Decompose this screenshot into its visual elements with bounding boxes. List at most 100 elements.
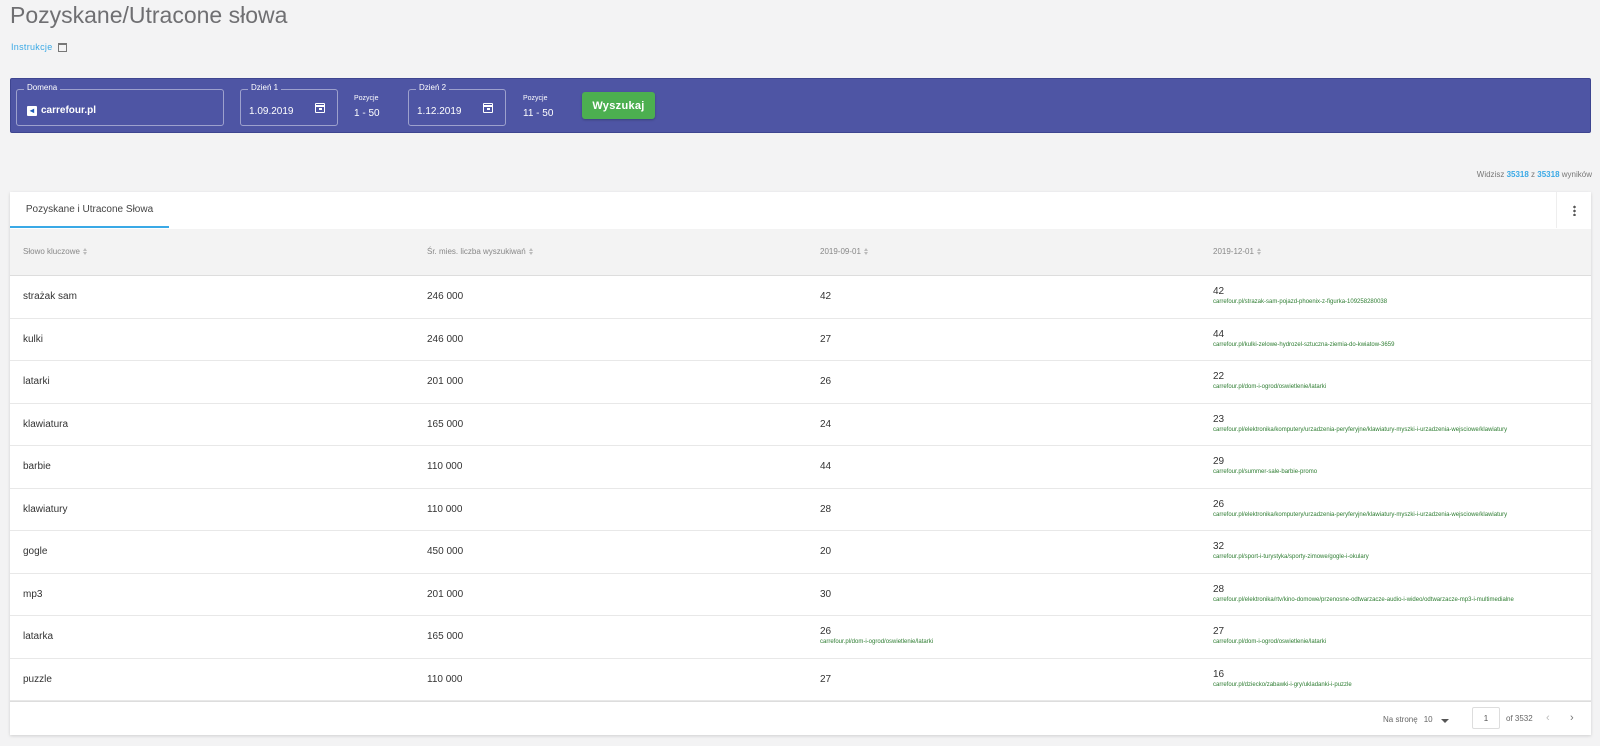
keyword-cell: klawiatury	[23, 503, 68, 515]
table-row: strażak sam 246 000 42 42 carrefour.pl/straz…	[10, 276, 1591, 319]
keyword-cell: barbie	[23, 461, 51, 472]
column-header-label: 2019-12-01	[1213, 247, 1254, 256]
instructions-link[interactable]: Instrukcje	[11, 42, 67, 52]
keyword-cell: puzzle	[23, 673, 52, 685]
position-value: 27	[1213, 626, 1225, 637]
volume-cell: 110 000	[427, 673, 463, 685]
date1-position-cell: 30	[820, 589, 831, 600]
sort-icon	[528, 248, 534, 255]
column-header-label: Słowo kluczowe	[23, 247, 80, 256]
ranking-url-link[interactable]: carrefour.pl/dom-i-ogrod/oswietlenie/lat…	[820, 639, 933, 645]
date2-position-cell: 29 carrefour.pl/summer-sale-barbie-promo	[1213, 456, 1317, 475]
column-header-volume[interactable]: Śr. mies. liczba wyszukiwań	[427, 247, 534, 256]
date1-position-cell: 24	[820, 419, 831, 430]
volume-cell: 165 000	[427, 418, 464, 430]
position-value: 32	[1213, 541, 1225, 552]
calendar-icon[interactable]	[315, 103, 325, 113]
date1-position-cell: 26 carrefour.pl/dom-i-ogrod/oswietlenie/l…	[820, 626, 933, 645]
ranking-url-link[interactable]: carrefour.pl/sport-i-turystyka/sporty-zi…	[1213, 554, 1369, 560]
window-icon	[57, 42, 67, 52]
volume-cell: 450 000	[427, 546, 464, 557]
table-row: gogle 450 000 20 32 carrefour.pl/sport-i-tur…	[10, 531, 1591, 574]
table-header: Słowo kluczowe Śr. mies. liczba wyszukiw…	[10, 229, 1591, 276]
position-value: 22	[1213, 371, 1225, 382]
keyword-cell: klawiatura	[23, 418, 69, 430]
volume-cell: 201 000	[427, 588, 464, 600]
position-value: 26	[820, 376, 832, 387]
results-prefix: Widzisz	[1476, 170, 1505, 179]
date1-position-cell: 20	[820, 546, 831, 557]
positions-2-label: Pozycje	[523, 95, 548, 102]
date1-position-cell: 42	[820, 291, 831, 302]
calendar-icon[interactable]	[483, 103, 493, 113]
volume-cell: 110 000	[427, 461, 463, 472]
position-value: 42	[820, 291, 832, 302]
tab-bar: Pozyskane i Utracone Słowa	[10, 192, 1591, 230]
results-total: 35318	[1537, 170, 1560, 179]
keywords-card: Pozyskane i Utracone Słowa Słowo kluczow…	[10, 192, 1591, 735]
position-value: 28	[1213, 583, 1225, 595]
positions-1-label: Pozycje	[354, 95, 379, 102]
per-page-label: Na stronę	[1383, 715, 1418, 724]
per-page-select[interactable]: 10	[1424, 715, 1449, 724]
results-sep: z	[1531, 170, 1536, 179]
date1-position-cell: 44	[820, 461, 831, 472]
day1-date-field[interactable]: Dzień 1 1.09.2019	[240, 83, 338, 126]
column-header-keyword[interactable]: Słowo kluczowe	[23, 247, 88, 256]
column-header-date1[interactable]: 2019-09-01	[820, 247, 869, 256]
tab-gained-lost-keywords[interactable]: Pozyskane i Utracone Słowa	[10, 192, 169, 228]
position-value: 42	[1213, 286, 1225, 297]
ranking-url-link[interactable]: carrefour.pl/elektronika/komputery/urzad…	[1213, 427, 1507, 433]
date2-position-cell: 26 carrefour.pl/elektronika/komputery/urz…	[1213, 499, 1507, 518]
date2-position-cell: 42 carrefour.pl/strazak-sam-pojazd-phoeni…	[1213, 286, 1387, 305]
ranking-url-link[interactable]: carrefour.pl/elektronika/komputery/urzad…	[1213, 512, 1507, 518]
table-row: puzzle 110 000 27 16 carrefour.pl/dziecko/za…	[10, 659, 1591, 701]
table-body: strażak sam 246 000 42 42 carrefour.pl/straz…	[10, 276, 1591, 701]
table-row: klawiatury 110 000 28 26 carrefour.pl/elektr…	[10, 489, 1591, 531]
chevron-down-icon	[1440, 718, 1449, 723]
sort-icon	[863, 248, 869, 255]
more-options-icon[interactable]	[1556, 192, 1591, 228]
domain-value: carrefour.pl	[41, 105, 97, 116]
column-header-date2[interactable]: 2019-12-01	[1213, 247, 1262, 256]
search-button[interactable]: Wyszukaj	[582, 92, 655, 119]
page-number-input[interactable]: 1	[1472, 707, 1500, 729]
date2-position-cell: 22 carrefour.pl/dom-i-ogrod/oswietlenie/l…	[1213, 371, 1326, 390]
ranking-url-link[interactable]: carrefour.pl/dom-i-ogrod/oswietlenie/lat…	[1213, 384, 1326, 390]
table-row: barbie 110 000 44 29 carrefour.pl/summer-sal…	[10, 446, 1591, 489]
date1-position-cell: 27	[820, 334, 831, 345]
domain-field[interactable]: Domena ◂ carrefour.pl	[16, 83, 224, 126]
ranking-url-link[interactable]: carrefour.pl/dziecko/zabawki-i-gry/uklad…	[1213, 682, 1352, 688]
ranking-url-link[interactable]: carrefour.pl/elektronika/rtv/kino-domowe…	[1213, 597, 1514, 603]
position-value: 26	[1213, 498, 1225, 510]
date2-position-cell: 32 carrefour.pl/sport-i-turystyka/sporty-…	[1213, 541, 1369, 560]
keyword-cell: mp3	[23, 588, 43, 600]
page-title: Pozyskane/Utracone słowa	[10, 2, 288, 28]
chevron-left-icon[interactable]: ‹	[1546, 712, 1550, 724]
position-value: 44	[1213, 328, 1225, 340]
search-bar: Domena ◂ carrefour.pl Dzień 1 1.09.2019 …	[10, 78, 1591, 133]
table-row: kulki 246 000 27 44 carrefour.pl/kulki-zelow…	[10, 319, 1591, 361]
sort-icon	[82, 248, 88, 255]
ranking-url-link[interactable]: carrefour.pl/dom-i-ogrod/oswietlenie/lat…	[1213, 639, 1326, 645]
chevron-right-icon[interactable]: ›	[1570, 712, 1574, 724]
volume-cell: 165 000	[427, 631, 464, 642]
volume-cell: 246 000	[427, 291, 464, 302]
position-value: 29	[1213, 456, 1225, 467]
pagination-bar: Na stronę 10 1 of 3532 ‹ ›	[10, 701, 1591, 736]
results-count: Widzisz 35318 z 35318 wyników	[1477, 170, 1592, 179]
position-value: 28	[820, 503, 832, 515]
position-value: 44	[820, 461, 832, 472]
keyword-cell: strażak sam	[23, 291, 77, 302]
positions-2-range: 11 - 50	[523, 108, 554, 119]
ranking-url-link[interactable]: carrefour.pl/kulki-zelowe-hydrozel-sztuc…	[1213, 342, 1394, 348]
positions-2: Pozycje 11 - 50	[523, 95, 553, 119]
day2-date-field[interactable]: Dzień 2 1.12.2019	[408, 83, 506, 126]
keyword-cell: gogle	[23, 546, 48, 557]
ranking-url-link[interactable]: carrefour.pl/strazak-sam-pojazd-phoenix-…	[1213, 299, 1387, 305]
position-value: 27	[820, 333, 832, 345]
ranking-url-link[interactable]: carrefour.pl/summer-sale-barbie-promo	[1213, 469, 1317, 475]
position-value: 16	[1213, 668, 1225, 680]
volume-cell: 201 000	[427, 376, 464, 387]
date2-position-cell: 23 carrefour.pl/elektronika/komputery/urz…	[1213, 414, 1507, 433]
